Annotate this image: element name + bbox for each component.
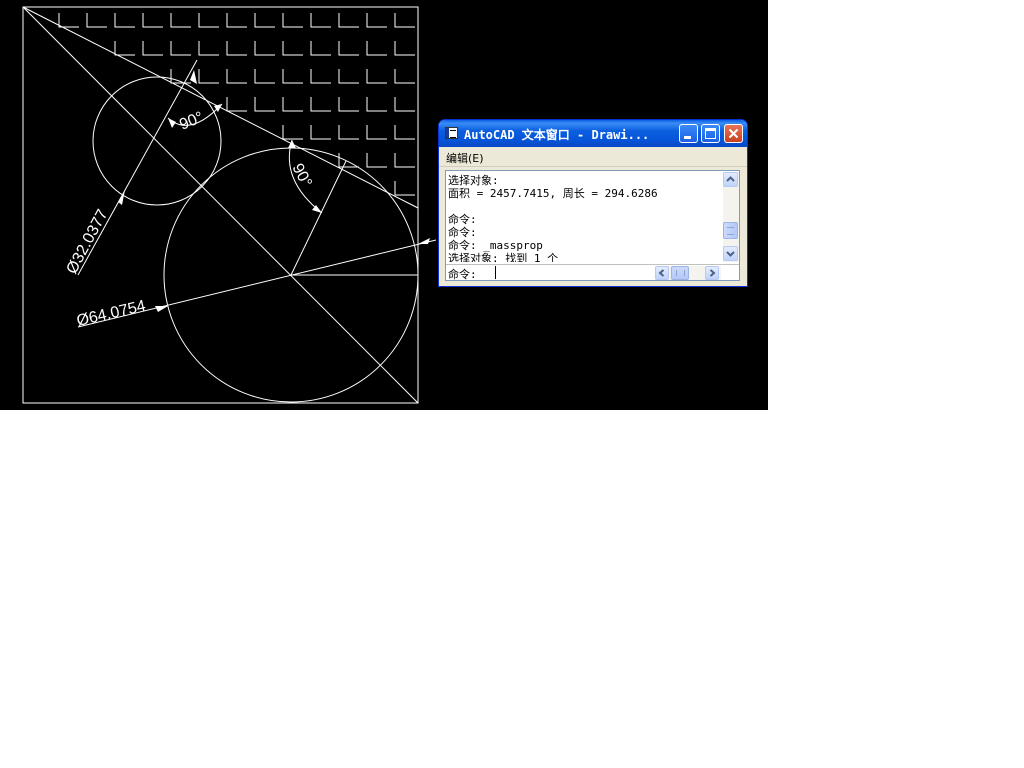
text-caret [495,266,496,279]
small-angle-label: 90° [177,109,206,134]
hatch-stroke [282,97,303,112]
command-line[interactable]: 命令: [446,264,739,281]
history-line: 选择对象: [448,174,499,187]
horizontal-scroll-thumb[interactable] [671,266,689,280]
hatch-stroke [310,97,331,112]
hatch-stroke [310,69,331,84]
hatch-stroke [394,181,415,196]
arrowhead [418,238,430,244]
command-prompt: 命令: [448,268,477,281]
hatch-stroke [394,69,415,84]
hatch-stroke [198,69,219,84]
arrowhead [288,140,296,148]
arrowhead [155,306,168,312]
hatch-stroke [394,153,415,168]
hatch-stroke [282,13,303,28]
autocad-text-window[interactable]: AutoCAD 文本窗口 - Drawi... 编辑(E) 选择对象: 面积 =… [438,119,748,287]
hatch-stroke [86,13,107,28]
hatch-stroke [170,13,191,28]
command-input[interactable] [495,265,650,279]
hatch-stroke [366,13,387,28]
hatch-stroke [282,69,303,84]
command-history-panel[interactable]: 选择对象: 面积 = 2457.7415, 周长 = 294.6286 命令: … [445,170,740,281]
hatch-stroke [142,41,163,56]
hatch-stroke [114,41,135,56]
menu-edit[interactable]: 编辑(E) [446,150,484,166]
hatch-stroke [282,41,303,56]
hatch-stroke [310,125,331,140]
scroll-up-button[interactable] [723,172,738,187]
chevron-down-icon [726,251,735,257]
history-line: 命令: _massprop [448,239,543,252]
hatch-stroke [282,125,303,140]
autocad-text-window-icon[interactable] [445,127,458,139]
maximize-button[interactable] [701,124,720,143]
hatch-stroke [198,41,219,56]
hatch-stroke [310,41,331,56]
hatch-stroke [394,125,415,140]
large-diameter-label: Ø64.0754 [75,298,147,330]
hatch-stroke [114,13,135,28]
hatch-stroke [58,13,79,28]
hatch-stroke [338,41,359,56]
hatch-stroke [254,69,275,84]
history-line: 命令: [448,213,477,226]
hatch-stroke [338,69,359,84]
hatch-stroke [338,13,359,28]
large-angle-label: 90° [288,161,314,190]
title-bar[interactable]: AutoCAD 文本窗口 - Drawi... [439,120,747,147]
history-line: 选择对象: 找到 1 个 [448,252,559,262]
hatch-stroke [142,13,163,28]
hatch-stroke [226,13,247,28]
hatch-stroke [366,125,387,140]
hatch-stroke [366,41,387,56]
hatch-stroke [254,13,275,28]
chevron-left-icon [658,269,665,277]
hatch-stroke [366,69,387,84]
hatch-stroke [394,41,415,56]
scroll-down-button[interactable] [723,246,738,261]
hatch-stroke [338,97,359,112]
command-history: 选择对象: 面积 = 2457.7415, 周长 = 294.6286 命令: … [448,174,720,262]
horizontal-scrollbar[interactable] [655,266,721,280]
hatch-stroke [366,153,387,168]
hatch-stroke [170,41,191,56]
window-title: AutoCAD 文本窗口 - Drawi... [464,128,650,142]
arrowhead [168,118,176,128]
hatch-stroke [338,153,359,168]
vertical-scrollbar[interactable] [723,172,739,262]
history-line: 命令: [448,226,477,239]
history-line [448,200,720,213]
scroll-left-button[interactable] [655,266,669,280]
hatch-stroke [394,97,415,112]
vertical-scroll-thumb[interactable] [723,222,738,239]
tangent-line [22,6,419,209]
minimize-button[interactable] [679,124,698,143]
hatch-stroke [366,97,387,112]
diagonal-line [22,6,419,404]
close-button[interactable] [724,124,743,143]
scroll-right-button[interactable] [705,266,719,280]
hatch-stroke [338,125,359,140]
hatch-stroke [254,97,275,112]
chevron-right-icon [709,269,716,277]
hatch-stroke [226,69,247,84]
small-diameter-label: Ø32.0377 [64,207,112,277]
chevron-up-icon [726,176,735,182]
hatch-stroke [394,13,415,28]
hatch-stroke [226,41,247,56]
hatch-stroke [226,97,247,112]
arrowhead [190,70,197,84]
hatch-pattern [58,13,415,196]
hatch-stroke [198,13,219,28]
history-line: 面积 = 2457.7415, 周长 = 294.6286 [448,187,658,200]
menu-bar: 编辑(E) [439,147,747,167]
hatch-stroke [254,41,275,56]
hatch-stroke [310,13,331,28]
close-icon [728,128,739,139]
